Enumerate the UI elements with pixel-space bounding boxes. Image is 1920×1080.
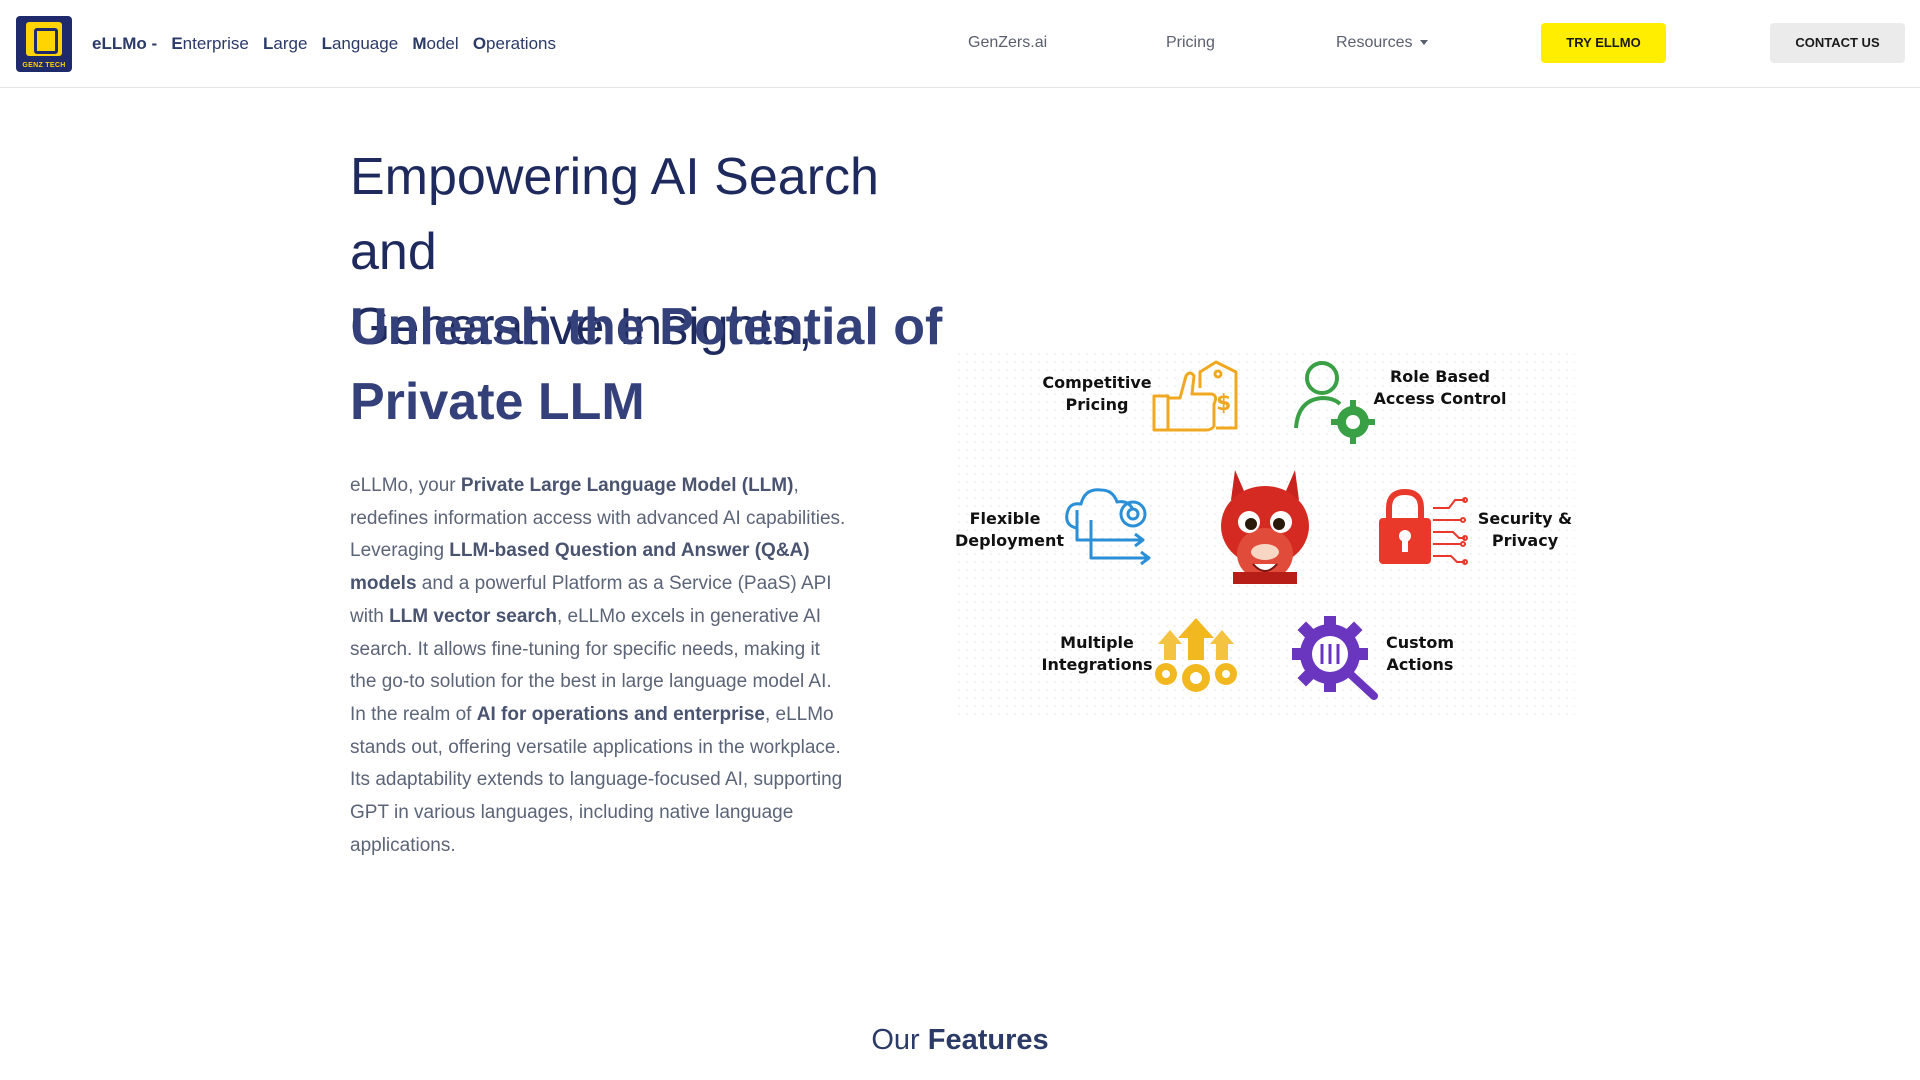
hero-tagline-line2: Private LLM (350, 373, 645, 431)
hero-paragraph-1: eLLMo, your Private Large Language Model… (350, 475, 846, 693)
chevron-down-icon (1420, 40, 1429, 46)
nav-resources-dropdown[interactable]: Resources (1336, 34, 1429, 52)
hero-tagline-line1: Unleash the Potential of (350, 298, 943, 356)
nav-pricing-link[interactable]: Pricing (1166, 34, 1215, 52)
features-graphic: Competitive Pricing $ Role Based Access Co… (955, 350, 1575, 720)
our-features-heading: Our Features (0, 1024, 1920, 1057)
logo-mark-icon (26, 22, 62, 56)
brand-word-enterprise: Enterprise (171, 34, 249, 53)
hero-paragraph-2: In the realm of AI for operations and en… (350, 703, 843, 856)
brand-word-language: Language (321, 34, 399, 53)
brand-name: eLLMo - (92, 34, 158, 53)
top-navbar: GENZ TECH eLLMo - Enterprise Large Langu… (0, 0, 1920, 88)
security-privacy-label: Security & Privacy (1477, 509, 1573, 550)
integrations-arrows-gears-icon (1155, 618, 1237, 692)
hero-description: eLLMo, your Private Large Language Model… (350, 470, 850, 862)
contact-us-button[interactable]: CONTACT US (1770, 23, 1905, 63)
multiple-integrations-label: Multiple Integrations (1041, 633, 1153, 674)
llama-mascot-icon (1221, 470, 1309, 584)
custom-actions-label: Custom Actions (1386, 633, 1454, 674)
hero-title-line1: Empowering AI Search and (350, 148, 879, 281)
hero-tagline: Unleash the Potential of Private LLM (350, 290, 970, 440)
nav-genzers-link[interactable]: GenZers.ai (968, 34, 1047, 52)
brand-word-model: Model (412, 34, 459, 53)
svg-text:$: $ (1216, 391, 1231, 416)
nav-resources-label: Resources (1336, 34, 1413, 51)
our-features-bold: Features (927, 1024, 1049, 1056)
our-features-light: Our (871, 1024, 928, 1056)
gear-magnifier-icon (1292, 616, 1378, 700)
genz-tech-logo[interactable]: GENZ TECH (16, 16, 72, 72)
try-ellmo-button[interactable]: TRY ELLMO (1541, 23, 1666, 63)
brand-word-large: Large (262, 34, 308, 53)
user-gear-icon (1294, 361, 1375, 444)
brand-title[interactable]: eLLMo - Enterprise Large Language Model … (92, 34, 556, 54)
cloud-deployment-icon (1065, 488, 1151, 566)
padlock-circuit-icon (1379, 488, 1468, 565)
flexible-deployment-label: Flexible Deployment (955, 509, 1065, 550)
role-based-access-label: Role Based Access Control (1373, 367, 1507, 408)
thumbs-up-price-tag-icon: $ (1152, 360, 1238, 432)
brand-word-operations: Operations (472, 34, 556, 53)
logo-text: GENZ TECH (22, 62, 66, 69)
competitive-pricing-label: Competitive Pricing (1042, 373, 1152, 414)
